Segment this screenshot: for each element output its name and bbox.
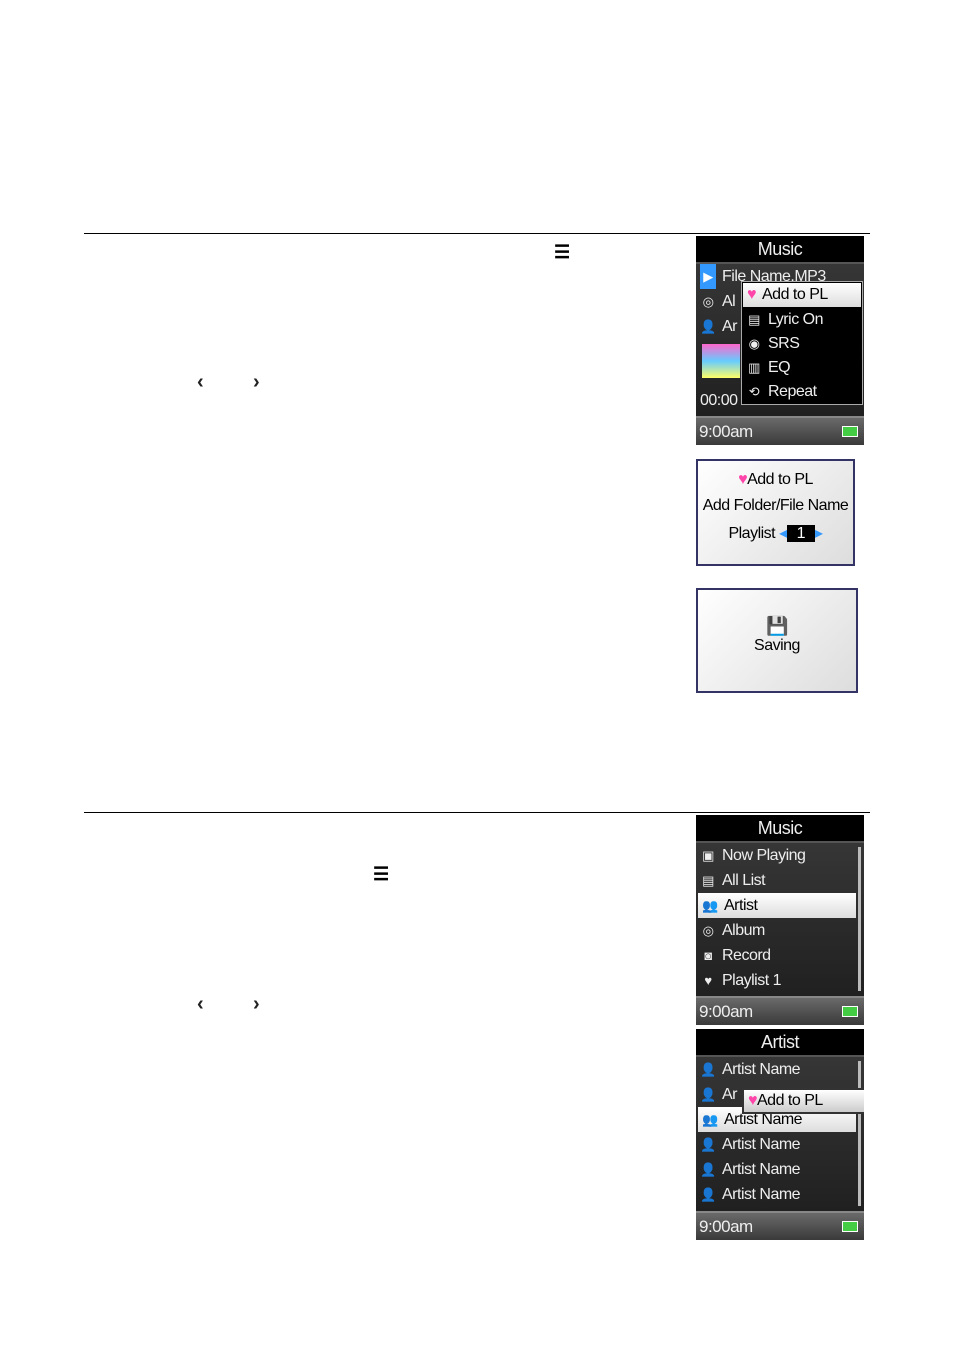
artist-icon: 👤 [700, 319, 716, 334]
label: Now Playing [722, 847, 806, 864]
artist-icon: 👤 [700, 1162, 716, 1177]
menu-item-now-playing[interactable]: ▣ Now Playing [696, 843, 864, 868]
label: Album [722, 922, 765, 939]
label: Ar [722, 1086, 738, 1103]
album-icon: ◎ [702, 923, 714, 938]
battery-icon [842, 1006, 858, 1017]
chevron-left-icon: ‹ [197, 371, 204, 393]
artist-icon: 👤 [700, 1087, 716, 1102]
artist-icon: 👥 [702, 898, 718, 913]
playlist-selector[interactable]: 1 [786, 525, 816, 542]
label: Playlist 1 [722, 972, 782, 989]
menu-item-record[interactable]: ◙ Record [696, 943, 864, 968]
list-item[interactable]: 👤 Artist Name [696, 1182, 864, 1207]
artist-icon: 👤 [700, 1062, 716, 1077]
heart-icon: ♥ [747, 286, 757, 303]
heart-icon: ♥ [748, 1092, 758, 1109]
saving-text: Saving [754, 637, 800, 654]
section-divider-1 [84, 233, 870, 234]
clock: 9:00am [699, 1002, 753, 1021]
list-icon: ▤ [702, 873, 714, 888]
label: Artist Name [722, 1186, 801, 1203]
chevron-left-icon: ‹ [197, 993, 204, 1015]
label: All List [722, 872, 766, 889]
section-divider-2 [84, 812, 870, 813]
label: Repeat [768, 383, 817, 400]
list-item[interactable]: 👤 Artist Name [696, 1057, 864, 1082]
dialog-title: Add to PL [747, 471, 813, 488]
screen-title: Music [696, 236, 864, 264]
artist-list-screen: Artist 👤 Artist Name 👤 Ar 👥 Artist Name 👤 Ar… [696, 1029, 864, 1240]
menu-item-playlist[interactable]: ♥ Playlist 1 [696, 968, 864, 993]
dialog-message: Add Folder/File Name [702, 497, 849, 514]
menu-item-eq[interactable]: ▥ EQ [742, 356, 862, 380]
menu-item-album[interactable]: ◎ Album [696, 918, 864, 943]
artist-icon: 👤 [700, 1137, 716, 1152]
screen-title: Artist [696, 1029, 864, 1057]
menu-item-srs[interactable]: ◉ SRS [742, 332, 862, 356]
artist-icon: 👥 [702, 1112, 718, 1127]
label: Artist [724, 897, 758, 914]
add-to-pl-popup[interactable]: ♥Add to PL [742, 1088, 864, 1114]
playlist-label: Playlist [728, 525, 776, 542]
menu-icon: ☰ [373, 864, 390, 884]
menu-item-repeat[interactable]: ⟲ Repeat [742, 380, 862, 404]
heart-icon: ♥ [738, 471, 748, 488]
options-popup: ♥ Add to PL ▤ Lyric On ◉ SRS ▥ EQ ⟲ Repeat [741, 281, 863, 405]
label: SRS [768, 335, 800, 352]
artist-icon: 👤 [700, 1187, 716, 1202]
list-item[interactable]: 👤 Artist Name [696, 1157, 864, 1182]
play-icon: ▣ [702, 848, 714, 863]
repeat-icon: ⟲ [748, 384, 760, 399]
menu-item-lyric[interactable]: ▤ Lyric On [742, 308, 862, 332]
album-icon: ◎ [702, 294, 714, 309]
play-icon: ▶ [700, 264, 716, 289]
scrollbar[interactable] [858, 847, 861, 991]
menu-icon: ☰ [554, 242, 571, 262]
floppy-disk-icon: 💾 [766, 616, 788, 636]
battery-icon [842, 1221, 858, 1232]
artist-name: Ar [722, 318, 738, 335]
record-icon: ◙ [704, 948, 712, 963]
battery-icon [842, 426, 858, 437]
equalizer-visual [702, 344, 740, 378]
label: Artist Name [722, 1161, 801, 1178]
add-to-playlist-dialog: ♥Add to PL Add Folder/File Name Playlist… [696, 459, 855, 566]
chevron-right-icon: › [253, 371, 260, 393]
label: Add to PL [757, 1092, 823, 1109]
label: Record [722, 947, 771, 964]
scrollbar[interactable] [858, 1061, 861, 1206]
arrow-right-icon[interactable]: ▸ [815, 525, 823, 542]
album-name: Al [722, 293, 736, 310]
list-item[interactable]: 👤 Artist Name [696, 1132, 864, 1157]
menu-item-all-list[interactable]: ▤ All List [696, 868, 864, 893]
elapsed-time: 00:00 [700, 392, 738, 409]
arrow-left-icon[interactable]: ◂ [779, 525, 787, 542]
music-now-playing-screen: Music ▶File Name.MP3 ◎Al 👤Ar 00:00 001/2… [696, 236, 864, 445]
menu-item-artist[interactable]: 👥 Artist [698, 893, 856, 918]
label: EQ [768, 359, 791, 376]
chevron-right-icon: › [253, 993, 260, 1015]
music-menu-screen: Music ▣ Now Playing ▤ All List 👥 Artist ◎ Al… [696, 815, 864, 1025]
screen-title: Music [696, 815, 864, 843]
label: Add to PL [762, 286, 828, 303]
label: Artist Name [722, 1136, 801, 1153]
clock: 9:00am [699, 1217, 753, 1236]
label: Artist Name [722, 1061, 801, 1078]
eq-icon: ▥ [748, 360, 760, 375]
label: Lyric On [768, 311, 823, 328]
lyric-icon: ▤ [748, 312, 760, 327]
clock: 9:00am [699, 422, 753, 441]
srs-icon: ◉ [748, 336, 760, 351]
saving-dialog: 💾 Saving [696, 588, 858, 693]
heart-icon: ♥ [704, 973, 712, 988]
menu-item-add-to-pl[interactable]: ♥ Add to PL [743, 283, 861, 307]
